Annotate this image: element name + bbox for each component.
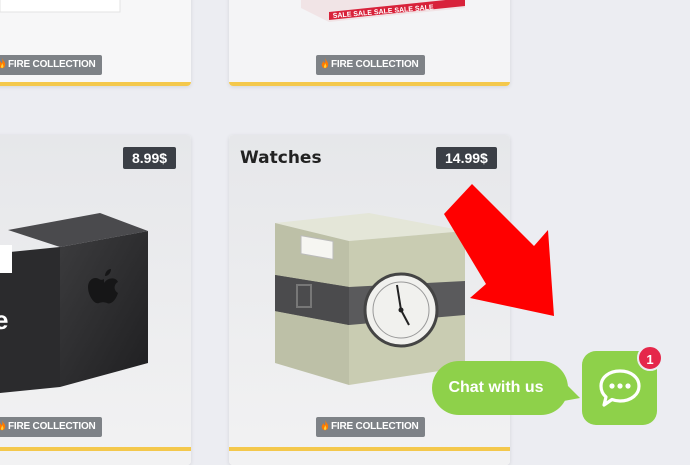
badge-label: FIRE COLLECTION — [8, 59, 96, 70]
product-title: Watches — [240, 148, 322, 168]
collection-badge: FIRE COLLECTION — [0, 55, 102, 75]
price-tag: 8.99$ — [123, 147, 177, 169]
fire-icon — [0, 419, 6, 431]
accent-bar — [229, 447, 510, 451]
chat-label-bubble[interactable]: Chat with us — [432, 361, 568, 415]
chat-bubble-tail — [558, 376, 580, 402]
unread-count-badge: 1 — [637, 345, 663, 371]
chat-bubble-icon — [598, 369, 641, 407]
fire-icon — [0, 57, 6, 69]
accent-bar — [0, 82, 191, 86]
accent-bar — [229, 82, 510, 86]
product-card[interactable]: SALE SALE SALE SALE SALE FIRE COLLECTION — [229, 0, 510, 86]
fire-icon — [321, 57, 329, 69]
fire-icon — [321, 419, 329, 431]
collection-badge: FIRE COLLECTION — [316, 417, 425, 437]
annotation-arrow-icon — [444, 184, 554, 316]
product-card[interactable]: e 8.99$ FIRE COLLECTION — [0, 135, 191, 465]
collection-badge: FIRE COLLECTION — [316, 55, 425, 75]
collection-badge: FIRE COLLECTION — [0, 417, 102, 437]
box-letter: e — [0, 305, 8, 335]
badge-label: FIRE COLLECTION — [8, 421, 96, 432]
badge-label: FIRE COLLECTION — [331, 421, 419, 432]
badge-label: FIRE COLLECTION — [331, 59, 419, 70]
product-card[interactable]: FIRE COLLECTION — [0, 0, 191, 86]
accent-bar — [0, 447, 191, 451]
product-image: e — [0, 135, 191, 465]
price-tag: 14.99$ — [436, 147, 497, 169]
